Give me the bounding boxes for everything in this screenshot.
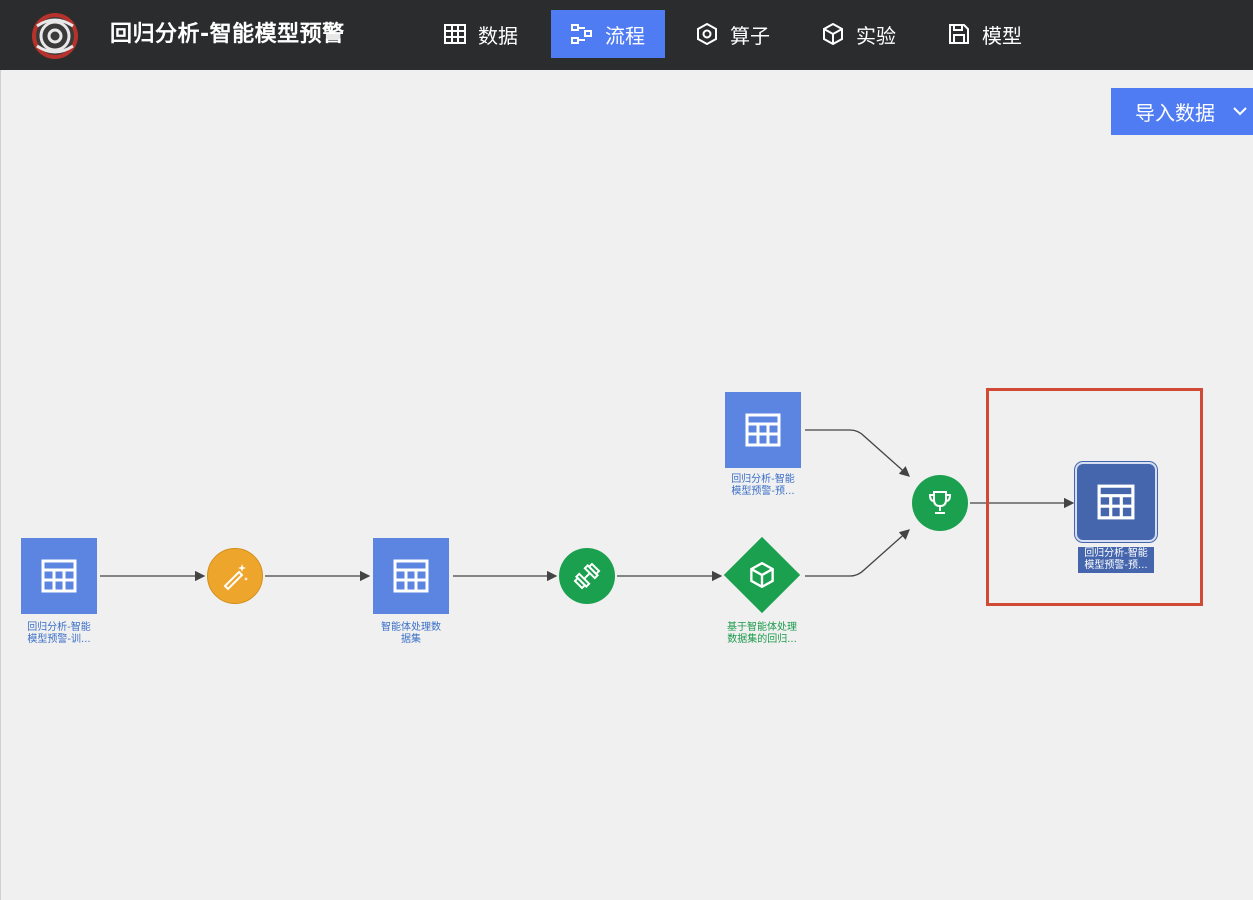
node-processed-dataset-label: 智能体处理数 据集 <box>381 622 441 645</box>
node-processed-dataset[interactable] <box>373 538 449 614</box>
node-result-dataset[interactable] <box>1075 462 1157 542</box>
table-icon <box>1097 484 1135 520</box>
cube-icon <box>750 562 774 588</box>
table-icon <box>41 559 77 593</box>
node-train-dataset[interactable] <box>21 538 97 614</box>
edge-model-to-evaluate <box>805 529 910 577</box>
node-train-dataset-label: 回归分析-智能 模型预警-训... <box>27 622 91 645</box>
table-icon <box>745 413 781 447</box>
table-icon <box>393 559 429 593</box>
dumbbell-icon <box>573 562 601 590</box>
node-model-icon-wrap <box>745 558 779 592</box>
node-model-label: 基于智能体处理 数据集的回归... <box>727 622 797 645</box>
node-predict-dataset[interactable] <box>725 392 801 468</box>
edge-predict-to-evaluate <box>805 429 910 477</box>
node-result-dataset-label: 回归分析-智能 模型预警-预... <box>1078 547 1154 573</box>
magic-wand-icon <box>223 564 248 591</box>
node-preprocess[interactable] <box>207 548 263 604</box>
trophy-icon <box>928 491 952 514</box>
node-evaluate[interactable] <box>912 475 968 531</box>
node-training[interactable] <box>559 548 615 604</box>
node-predict-dataset-label: 回归分析-智能 模型预警-预... <box>731 474 795 497</box>
